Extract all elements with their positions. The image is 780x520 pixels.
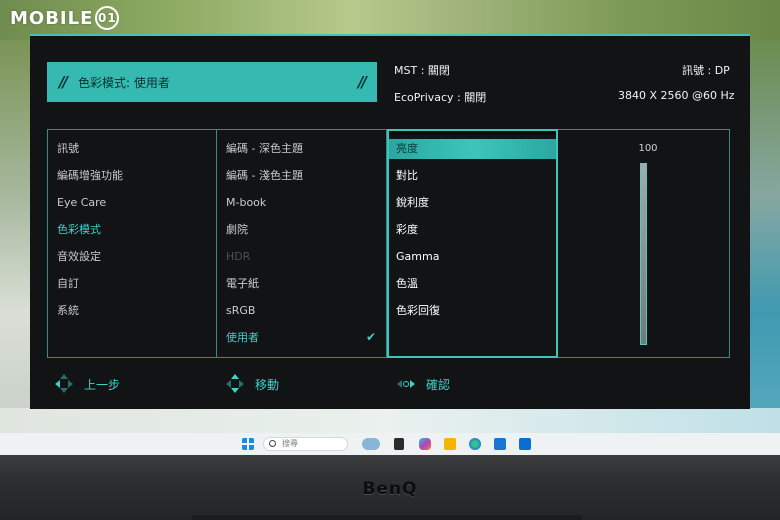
main-menu-item-coding[interactable]: 編碼增強功能 (57, 166, 123, 186)
slash-icon: // (358, 73, 367, 91)
footer-move[interactable]: 移動 (225, 374, 279, 394)
store-icon[interactable] (494, 438, 506, 450)
monitor-stand (192, 515, 582, 520)
adjust-column: 亮度 對比 銳利度 彩度 Gamma 色溫 色彩回復 (387, 129, 558, 358)
edge-icon[interactable] (469, 438, 481, 450)
adjust-item[interactable]: 色溫 (396, 274, 418, 294)
menu-panel: 訊號 編碼增強功能 Eye Care 色彩模式 音效設定 自訂 系統 編碼 - … (47, 129, 730, 358)
copilot-icon[interactable] (419, 438, 431, 450)
adjust-item[interactable]: 銳利度 (396, 193, 429, 213)
main-menu-column: 訊號 編碼增強功能 Eye Care 色彩模式 音效設定 自訂 系統 (48, 130, 217, 357)
dpad-updown-icon (225, 374, 245, 394)
brightness-value: 100 (638, 143, 658, 154)
taskbar-search-placeholder: 搜尋 (282, 439, 298, 448)
footer-confirm-label: 確認 (426, 377, 451, 392)
watermark-logo: MOBILE 01 (10, 6, 120, 30)
main-menu-item-eye-care[interactable]: Eye Care (57, 193, 106, 213)
windows-start-icon[interactable] (242, 438, 254, 450)
resolution-status: 3840 X 2560 @60 Hz (618, 89, 735, 102)
brand-logo: BenQ (362, 479, 418, 499)
background-photo-left (0, 40, 30, 430)
color-mode-item[interactable]: M-book (226, 193, 266, 213)
color-mode-header: // 色彩模式: 使用者 // (47, 62, 377, 102)
input-status: 訊號 : DP (682, 64, 730, 77)
ecoprivacy-status: EcoPrivacy : 關閉 (394, 91, 487, 104)
monitor-bezel: BenQ (0, 455, 780, 520)
color-mode-item[interactable]: 編碼 - 淺色主題 (226, 166, 303, 186)
color-mode-label: 色彩模式: 使用者 (77, 75, 170, 90)
adjust-item[interactable]: 對比 (396, 166, 418, 186)
weather-icon[interactable] (362, 438, 380, 450)
watermark-badge: 01 (95, 6, 120, 30)
main-menu-item-system[interactable]: 系統 (57, 301, 79, 321)
taskbar-search-box[interactable]: 搜尋 (263, 437, 348, 451)
main-menu-item-custom[interactable]: 自訂 (57, 274, 79, 294)
brightness-slider[interactable] (640, 163, 647, 345)
search-icon (269, 440, 276, 447)
checkmark-icon: ✔ (366, 330, 377, 344)
value-column: 100 (558, 130, 729, 357)
color-mode-item[interactable]: 劇院 (226, 220, 248, 240)
footer-back[interactable]: 上一步 (54, 374, 120, 394)
main-menu-item-color-mode[interactable]: 色彩模式 (57, 220, 101, 240)
column-top-bar (389, 131, 556, 135)
color-mode-item[interactable]: 編碼 - 深色主題 (226, 139, 303, 159)
dpad-left-icon (54, 374, 74, 394)
adjust-item-highlighted[interactable]: 亮度 (389, 139, 556, 159)
footer-back-label: 上一步 (84, 377, 121, 392)
watermark-text: MOBILE (10, 7, 94, 29)
color-mode-item[interactable]: sRGB (226, 301, 255, 321)
windows-taskbar: 搜尋 (0, 433, 780, 455)
file-explorer-icon[interactable] (444, 438, 456, 450)
adjust-item[interactable]: Gamma (396, 247, 439, 267)
background-photo-right (750, 40, 780, 430)
osd-menu: // 色彩模式: 使用者 // MST : 關閉 訊號 : DP EcoPriv… (30, 34, 750, 409)
color-mode-item-selected[interactable]: 使用者 (226, 328, 259, 348)
task-view-icon[interactable] (394, 438, 404, 450)
mst-status: MST : 關閉 (394, 64, 450, 77)
footer-confirm[interactable]: 確認 (396, 374, 450, 394)
color-mode-item-disabled: HDR (226, 250, 251, 263)
adjust-item[interactable]: 色彩回復 (396, 301, 440, 321)
desktop-wallpaper (0, 408, 780, 433)
color-mode-item[interactable]: 電子紙 (226, 274, 259, 294)
slash-icon: // (59, 73, 68, 91)
adjust-item[interactable]: 彩度 (396, 220, 418, 240)
dpad-confirm-icon (396, 374, 416, 394)
color-mode-column: 編碼 - 深色主題 編碼 - 淺色主題 M-book 劇院 HDR 電子紙 sR… (217, 130, 387, 357)
main-menu-item-input[interactable]: 訊號 (57, 139, 79, 159)
brightness-slider-fill (641, 164, 646, 344)
outlook-icon[interactable] (519, 438, 531, 450)
footer-move-label: 移動 (255, 377, 280, 392)
main-menu-item-audio[interactable]: 音效設定 (57, 247, 101, 267)
